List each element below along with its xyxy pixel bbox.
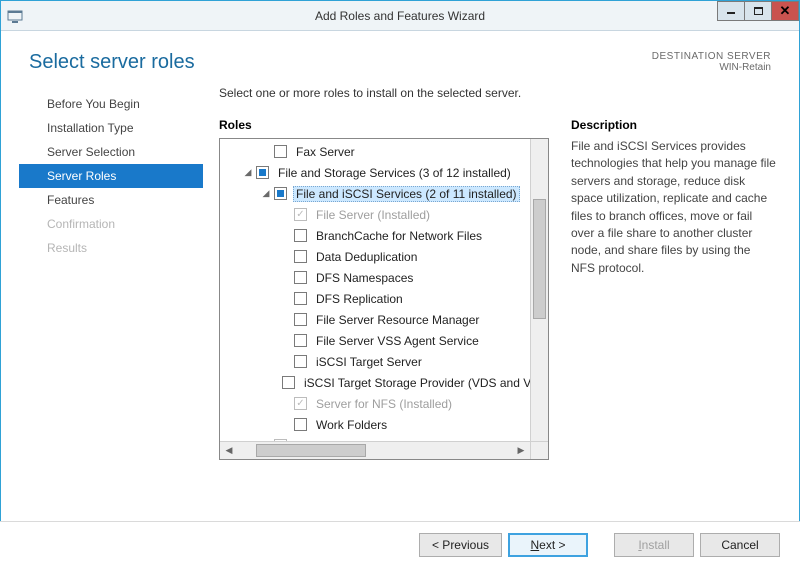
checkbox[interactable] — [274, 145, 287, 158]
app-icon — [1, 1, 29, 31]
checkbox[interactable] — [294, 334, 307, 347]
wizard-nav: Before You BeginInstallation TypeServer … — [19, 86, 203, 460]
maximize-button[interactable] — [744, 1, 772, 21]
checkbox[interactable] — [294, 313, 307, 326]
horizontal-scrollbar[interactable]: ◀ ▶ — [220, 441, 530, 459]
destination-label: DESTINATION SERVER — [652, 51, 771, 62]
tree-node[interactable]: File Server Resource Manager — [220, 309, 530, 330]
tree-node-label: Data Deduplication — [313, 249, 420, 265]
tree-node: File Server (Installed) — [220, 204, 530, 225]
checkbox[interactable] — [274, 187, 287, 200]
tree-node[interactable]: iSCSI Target Server — [220, 351, 530, 372]
tree-node-label: File and iSCSI Services (2 of 11 install… — [293, 186, 520, 202]
checkbox[interactable] — [294, 229, 307, 242]
checkbox — [294, 208, 307, 221]
close-button[interactable]: ✕ — [771, 1, 799, 21]
roles-tree[interactable]: Fax Server◢File and Storage Services (3 … — [219, 138, 549, 460]
nav-item-confirmation: Confirmation — [19, 212, 203, 236]
tree-node[interactable]: Work Folders — [220, 414, 530, 435]
tree-node-label: iSCSI Target Storage Provider (VDS and V… — [301, 375, 530, 391]
tree-node-label: iSCSI Target Server — [313, 354, 425, 370]
tree-node-label: DFS Replication — [313, 291, 406, 307]
vertical-scroll-thumb[interactable] — [533, 199, 546, 319]
vertical-scrollbar[interactable] — [530, 139, 548, 441]
roles-panel-title: Roles — [219, 118, 549, 132]
minimize-icon — [727, 12, 735, 14]
tree-node-label: BranchCache for Network Files — [313, 228, 485, 244]
tree-node[interactable]: ◢ File and iSCSI Services (2 of 11 instal… — [220, 183, 530, 204]
checkbox[interactable] — [294, 418, 307, 431]
checkbox[interactable] — [294, 271, 307, 284]
nav-item-before-you-begin[interactable]: Before You Begin — [19, 92, 203, 116]
tree-node-label: File and Storage Services (3 of 12 insta… — [275, 165, 514, 181]
tree-node-label: DFS Namespaces — [313, 270, 416, 286]
tree-node-label: Server for NFS (Installed) — [313, 396, 455, 412]
maximize-icon — [754, 7, 763, 15]
destination-block: DESTINATION SERVER WIN-Retain — [652, 51, 771, 73]
tree-node[interactable]: DFS Replication — [220, 288, 530, 309]
minimize-button[interactable] — [717, 1, 745, 21]
tree-node[interactable]: File Server VSS Agent Service — [220, 330, 530, 351]
close-icon: ✕ — [780, 4, 791, 17]
scroll-left-icon[interactable]: ◀ — [220, 442, 238, 460]
tree-node[interactable]: DFS Namespaces — [220, 267, 530, 288]
checkbox[interactable] — [282, 376, 295, 389]
next-button[interactable]: Next > — [508, 533, 588, 557]
install-button: Install — [614, 533, 694, 557]
nav-item-features[interactable]: Features — [19, 188, 203, 212]
checkbox[interactable] — [294, 355, 307, 368]
checkbox — [294, 397, 307, 410]
tree-node[interactable]: Fax Server — [220, 141, 530, 162]
tree-node[interactable]: BranchCache for Network Files — [220, 225, 530, 246]
tree-node[interactable]: iSCSI Target Storage Provider (VDS and V… — [220, 372, 530, 393]
nav-item-server-roles[interactable]: Server Roles — [19, 164, 203, 188]
checkbox[interactable] — [294, 292, 307, 305]
tree-node: Server for NFS (Installed) — [220, 393, 530, 414]
nav-item-results: Results — [19, 236, 203, 260]
description-text: File and iSCSI Services provides technol… — [571, 138, 777, 277]
description-panel-title: Description — [571, 118, 777, 132]
destination-server-name: WIN-Retain — [652, 62, 771, 73]
nav-item-installation-type[interactable]: Installation Type — [19, 116, 203, 140]
cancel-button[interactable]: Cancel — [700, 533, 780, 557]
page-title: Select server roles — [29, 51, 195, 74]
tree-node-label: File Server (Installed) — [313, 207, 433, 223]
expander-icon[interactable]: ◢ — [260, 188, 272, 199]
instruction-text: Select one or more roles to install on t… — [219, 86, 777, 100]
tree-node-label: File Server Resource Manager — [313, 312, 482, 328]
window-title: Add Roles and Features Wizard — [1, 9, 799, 23]
wizard-header: Select server roles DESTINATION SERVER W… — [1, 31, 799, 82]
wizard-footer: < Previous Next > Install Cancel — [0, 521, 800, 567]
expander-icon[interactable]: ◢ — [242, 167, 254, 178]
nav-item-server-selection[interactable]: Server Selection — [19, 140, 203, 164]
tree-node-label: Fax Server — [293, 144, 358, 160]
tree-node[interactable]: ◢ File and Storage Services (3 of 12 inst… — [220, 162, 530, 183]
tree-node[interactable]: Data Deduplication — [220, 246, 530, 267]
horizontal-scroll-thumb[interactable] — [256, 444, 366, 457]
tree-node-label: Work Folders — [313, 417, 390, 433]
window-titlebar: Add Roles and Features Wizard ✕ — [1, 1, 799, 31]
scroll-right-icon[interactable]: ▶ — [512, 442, 530, 460]
tree-node-label: File Server VSS Agent Service — [313, 333, 482, 349]
checkbox[interactable] — [256, 166, 269, 179]
scroll-corner — [530, 441, 548, 459]
checkbox[interactable] — [294, 250, 307, 263]
previous-button[interactable]: < Previous — [419, 533, 502, 557]
